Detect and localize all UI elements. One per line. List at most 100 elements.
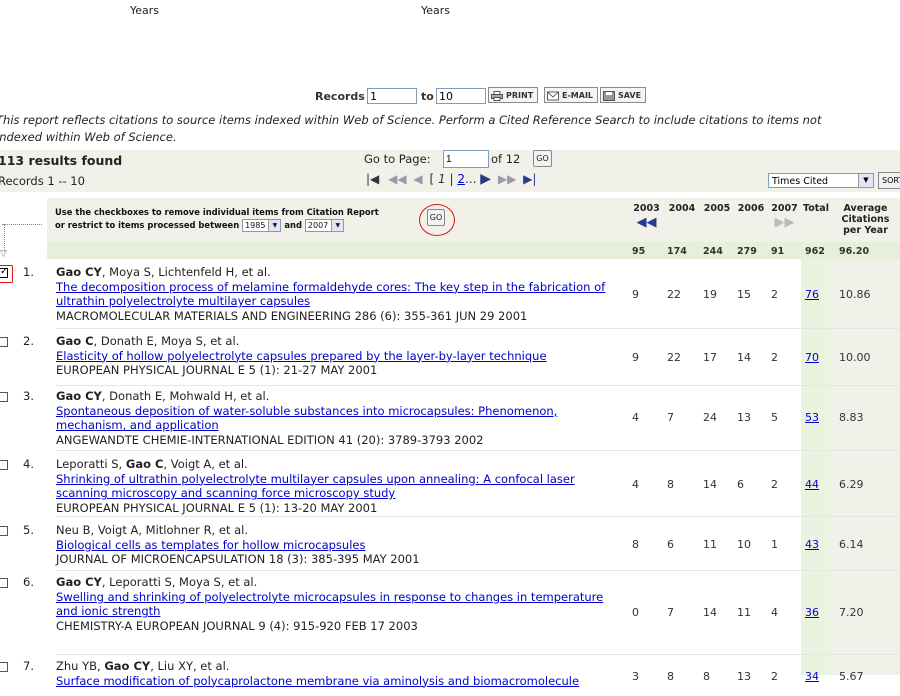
total-citations-link[interactable]: 43 [805, 538, 819, 551]
citation-source: MACROMOLECULAR MATERIALS AND ENGINEERING… [56, 308, 528, 323]
email-button[interactable]: E-MAIL [544, 87, 599, 103]
goto-page-input[interactable] [443, 150, 489, 168]
total-citations-link[interactable]: 44 [805, 478, 819, 491]
page-count: of 12 [491, 152, 521, 166]
author-text: Zhu YB, [56, 659, 105, 673]
citation-title-link[interactable]: Surface modification of polycaprolactone… [56, 674, 618, 689]
report-note: This report reflects citations to source… [0, 112, 900, 146]
year-count-cell: 22 [667, 288, 681, 301]
citation-title-link[interactable]: Spontaneous deposition of water-soluble … [56, 404, 618, 433]
citation-source: CHEMISTRY-A EUROPEAN JOURNAL 9 (4): 915-… [56, 618, 418, 633]
row-checkbox[interactable] [0, 578, 8, 588]
avg-citations-cell: 6.29 [839, 478, 864, 491]
records-from-input[interactable] [367, 88, 417, 104]
row-checkbox[interactable] [0, 460, 8, 470]
prev-years-icon[interactable]: ◀◀ [629, 215, 664, 230]
row-checkbox[interactable] [0, 392, 8, 402]
author-text: , Leporatti S, Moya S, et al. [101, 575, 258, 589]
goto-page-label: Go to Page: [364, 152, 431, 166]
year-count-cell: 4 [632, 411, 639, 424]
email-label: E-MAIL [562, 91, 594, 100]
total-citations-link[interactable]: 76 [805, 288, 819, 301]
years-axis-caption: Years [130, 4, 160, 17]
citation-row: 4. Leporatti S, Gao C, Voigt A, et al. Shr… [0, 454, 900, 515]
records-to-input[interactable] [436, 88, 486, 104]
citation-authors: Gao C, Donath E, Moya S, et al. [56, 334, 618, 349]
header-instructions: Use the checkboxes to remove individual … [55, 206, 435, 232]
citation-title-link[interactable]: Swelling and shrinking of polyelectrolyt… [56, 590, 618, 619]
author-text: , Liu XY, et al. [150, 659, 230, 673]
row-checkbox[interactable] [0, 526, 8, 536]
author-highlight: Gao CY [104, 659, 151, 673]
row-number: 2. [23, 334, 34, 348]
row-checkbox[interactable] [0, 337, 8, 347]
year-count-cell: 9 [632, 351, 639, 364]
citation-title-link[interactable]: Elasticity of hollow polyelectrolyte cap… [56, 349, 618, 364]
citation-source: ANGEWANDTE CHEMIE-INTERNATIONAL EDITION … [56, 432, 484, 447]
print-button[interactable]: PRINT [488, 87, 539, 103]
highlight-circle [0, 265, 13, 283]
year-label: 2006 [737, 203, 765, 214]
year-header-2003: 2003 ◀◀ [629, 198, 664, 242]
row-divider [56, 570, 900, 571]
avg-label: per Year [843, 225, 888, 236]
row-number: 7. [23, 659, 34, 673]
divider [4, 224, 5, 252]
total-2007: 91 [771, 246, 785, 257]
avg-citations-cell: 10.00 [839, 351, 871, 364]
row-divider [56, 654, 900, 655]
prev-ten-pages-icon[interactable]: ◀◀ [388, 172, 406, 186]
prev-page-icon[interactable]: ◀ [413, 172, 422, 186]
report-note-line: This report reflects citations to source… [0, 113, 822, 127]
next-page-icon[interactable]: ▶ [480, 171, 491, 187]
total-citations-link[interactable]: 34 [805, 670, 819, 683]
year-count-cell: 8 [667, 478, 674, 491]
year-label: 2007 [771, 203, 798, 214]
year-count-cell: 2 [771, 478, 778, 491]
goto-page-go-button[interactable]: GO [533, 150, 552, 167]
avg-header: Average Citations per Year [831, 198, 900, 242]
year-count-cell: 8 [632, 538, 639, 551]
author-highlight: Gao CY [56, 575, 102, 589]
citation-source: JOURNAL OF MICROENCAPSULATION 18 (3): 38… [56, 552, 420, 566]
year-to-select[interactable]: 2007 ▼ [304, 219, 345, 232]
next-ten-pages-icon[interactable]: ▶▶ [498, 172, 516, 186]
sort-select[interactable]: Times Cited ▼ [768, 173, 874, 188]
save-button[interactable]: SAVE [600, 87, 647, 103]
author-text: Neu B, Voigt A, Mitlohner R, et al. [56, 523, 249, 537]
records-range: Records 1 -- 10 [0, 174, 85, 188]
year-count-cell: 8 [667, 670, 674, 683]
highlight-circle [419, 204, 455, 236]
page-link-2[interactable]: 2 [457, 172, 465, 186]
avg-citations-cell: 5.67 [839, 670, 864, 683]
last-page-icon[interactable]: ▶| [523, 172, 536, 186]
total-avg: 96.20 [839, 246, 870, 257]
row-number: 5. [23, 523, 34, 537]
citation-title-link[interactable]: Shrinking of ultrathin polyelectrolyte m… [56, 472, 618, 501]
first-page-icon[interactable]: |◀ [366, 172, 379, 186]
total-citations-link[interactable]: 70 [805, 351, 819, 364]
citation-title-link[interactable]: The decomposition process of melamine fo… [56, 280, 618, 309]
citation-source: EUROPEAN PHYSICAL JOURNAL E 5 (1): 21-27… [56, 363, 378, 377]
year-count-cell: 0 [632, 606, 639, 619]
year-count-cell: 6 [667, 538, 674, 551]
total-citations-link[interactable]: 53 [805, 411, 819, 424]
year-count-cell: 17 [703, 351, 717, 364]
year-from-select[interactable]: 1985 ▼ [242, 219, 282, 232]
sort-button[interactable]: SORT [878, 172, 900, 189]
year-header-2004: 2004 [664, 198, 700, 242]
results-count: 113 results found [0, 153, 123, 168]
year-count-cell: 24 [703, 411, 717, 424]
next-years-icon[interactable]: ▶▶ [768, 215, 801, 230]
total-citations-link[interactable]: 36 [805, 606, 819, 619]
row-checkbox[interactable] [0, 662, 8, 672]
total-header: Total [801, 198, 831, 242]
instruction-text: or restrict to items processed between [55, 220, 240, 230]
year-count-cell: 4 [771, 606, 778, 619]
year-count-cell: 11 [737, 606, 751, 619]
citation-body: Gao CY, Moya S, Lichtenfeld H, et al. The… [56, 265, 618, 323]
year-count-cell: 14 [703, 478, 717, 491]
total-2004: 174 [667, 246, 687, 257]
citation-title-link[interactable]: Biological cells as templates for hollow… [56, 538, 618, 553]
year-count-cell: 5 [771, 411, 778, 424]
